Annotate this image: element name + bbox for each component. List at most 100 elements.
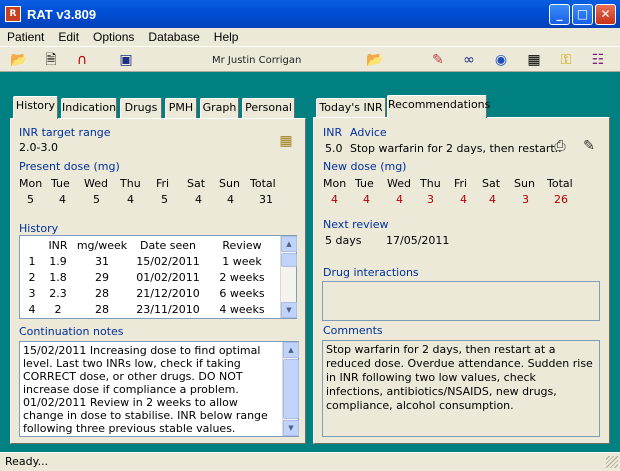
scroll-down-arrow-icon[interactable]: ▼	[281, 302, 297, 318]
scroll-thumb[interactable]	[283, 359, 299, 419]
title-bar: R RAT v3.809 _ □ ✕	[0, 0, 620, 28]
row-inr: 1.9	[49, 254, 67, 268]
tab-recommendations[interactable]: Recommendations	[387, 95, 490, 118]
drug-interactions-box[interactable]	[322, 281, 600, 321]
next-review-interval: 5 days	[325, 234, 362, 247]
comments-label: Comments	[323, 324, 383, 337]
app-icon[interactable]: R	[5, 6, 21, 22]
day-label-fri: Fri	[156, 177, 170, 190]
printer-icon[interactable]: ⎙	[551, 137, 569, 155]
present-dose-fri: 5	[161, 193, 168, 206]
continuation-notes-box[interactable]: 15/02/2011 Increasing dose to find optim…	[19, 341, 299, 437]
open-folder-icon[interactable]: 📂	[10, 51, 28, 69]
inr-target-label: INR target range	[19, 126, 111, 139]
day-label-sat: Sat	[482, 177, 501, 190]
save-icon[interactable]: ▣	[117, 51, 135, 69]
tab-pmh[interactable]: PMH	[165, 98, 197, 118]
notepad-icon[interactable]: ✎	[429, 51, 447, 69]
continuation-notes-text[interactable]: 15/02/2011 Increasing dose to find optim…	[23, 344, 280, 434]
col-header-inr[interactable]: INR	[43, 237, 73, 253]
scroll-thumb[interactable]	[281, 253, 297, 267]
advice-label: Advice	[350, 126, 387, 139]
grid-icon[interactable]: ▦	[277, 132, 295, 150]
inr-target-value: 2.0-3.0	[19, 141, 58, 154]
magnet-icon[interactable]: ∩	[73, 51, 91, 69]
resize-grip-icon[interactable]	[606, 456, 618, 468]
recommendations-panel: INR Advice 5.0 Stop warfarin for 2 days,…	[313, 117, 610, 444]
book-icon[interactable]: ☷	[589, 51, 607, 69]
tab-history[interactable]: History	[13, 96, 58, 119]
tab-indication[interactable]: Indication	[61, 98, 117, 118]
tab-todays-inr[interactable]: Today's INR	[316, 98, 386, 118]
present-dose-sun: 4	[227, 193, 234, 206]
day-label-sun: Sun	[219, 177, 240, 190]
row-mg-week: 29	[95, 270, 109, 284]
row-review: 2 weeks	[219, 270, 265, 284]
table-row[interactable]: 1 1.9 31 15/02/2011 1 week	[21, 253, 279, 269]
menu-options[interactable]: Options	[86, 30, 141, 44]
present-dose-thu: 4	[127, 193, 134, 206]
next-review-label: Next review	[323, 218, 389, 231]
new-dose-label: New dose (mg)	[323, 160, 407, 173]
new-document-icon[interactable]: 🗎	[42, 51, 60, 69]
day-label-thu: Thu	[420, 177, 441, 190]
notes-scrollbar[interactable]: ▲ ▼	[282, 342, 299, 436]
import-folder-icon[interactable]: 📂	[366, 51, 384, 69]
row-date-seen: 21/12/2010	[136, 286, 200, 300]
row-review: 1 week	[222, 254, 262, 268]
day-label-thu: Thu	[120, 177, 141, 190]
present-dose-total: 31	[259, 193, 273, 206]
edit-note-icon[interactable]: ✎	[580, 137, 598, 155]
tab-personal[interactable]: Personal	[242, 98, 295, 118]
present-dose-sat: 4	[195, 193, 202, 206]
pills-icon[interactable]: ◉	[492, 51, 510, 69]
menu-patient[interactable]: Patient	[0, 30, 51, 44]
table-row[interactable]: 2 1.8 29 01/02/2011 2 weeks	[21, 269, 279, 285]
comments-box[interactable]: Stop warfarin for 2 days, then restart a…	[322, 340, 600, 437]
col-header-mg-week[interactable]: mg/week	[73, 237, 131, 253]
table-row[interactable]: 4 2 28 23/11/2010 4 weeks	[21, 301, 279, 317]
row-index: 4	[28, 302, 36, 316]
tab-graph[interactable]: Graph	[200, 98, 239, 118]
minimize-button[interactable]: _	[549, 4, 570, 25]
history-label: History	[19, 222, 59, 235]
inr-label: INR	[323, 126, 343, 139]
new-dose-sun: 3	[522, 193, 529, 206]
row-review: 6 weeks	[219, 286, 265, 300]
day-label-sun: Sun	[514, 177, 535, 190]
scroll-down-arrow-icon[interactable]: ▼	[283, 420, 299, 436]
maximize-button[interactable]: □	[572, 4, 593, 25]
patient-name: Mr Justin Corrigan	[212, 55, 302, 66]
window-title: RAT v3.809	[27, 6, 97, 22]
row-index: 3	[28, 286, 36, 300]
menu-edit[interactable]: Edit	[51, 30, 86, 44]
history-table-header: INR mg/week Date seen Review	[21, 237, 279, 253]
history-scrollbar[interactable]: ▲ ▼	[280, 236, 297, 318]
present-dose-mon: 5	[27, 193, 34, 206]
day-label-mon: Mon	[19, 177, 43, 190]
col-header-date-seen[interactable]: Date seen	[131, 237, 205, 253]
history-table-box: INR mg/week Date seen Review 1 1.9 31 15…	[19, 235, 297, 319]
new-dose-mon: 4	[331, 193, 338, 206]
col-header-review[interactable]: Review	[205, 237, 279, 253]
key-icon[interactable]: ⚿	[557, 51, 575, 69]
scroll-up-arrow-icon[interactable]: ▲	[281, 236, 297, 252]
glasses-icon[interactable]: ∞	[460, 51, 478, 69]
tab-drugs[interactable]: Drugs	[120, 98, 162, 118]
scroll-up-arrow-icon[interactable]: ▲	[283, 342, 299, 358]
comments-text[interactable]: Stop warfarin for 2 days, then restart a…	[326, 343, 596, 413]
calculator-icon[interactable]: ▦	[525, 51, 543, 69]
menu-bar: Patient Edit Options Database Help	[0, 28, 620, 46]
day-label-total: Total	[250, 177, 276, 190]
row-mg-week: 28	[95, 302, 109, 316]
new-dose-sat: 4	[489, 193, 496, 206]
row-inr: 2	[54, 302, 62, 316]
day-label-tue: Tue	[51, 177, 70, 190]
col-header-index	[21, 237, 43, 253]
menu-database[interactable]: Database	[141, 30, 206, 44]
day-label-mon: Mon	[323, 177, 347, 190]
close-button[interactable]: ✕	[595, 4, 616, 25]
menu-help[interactable]: Help	[207, 30, 246, 44]
day-label-tue: Tue	[355, 177, 374, 190]
table-row[interactable]: 3 2.3 28 21/12/2010 6 weeks	[21, 285, 279, 301]
